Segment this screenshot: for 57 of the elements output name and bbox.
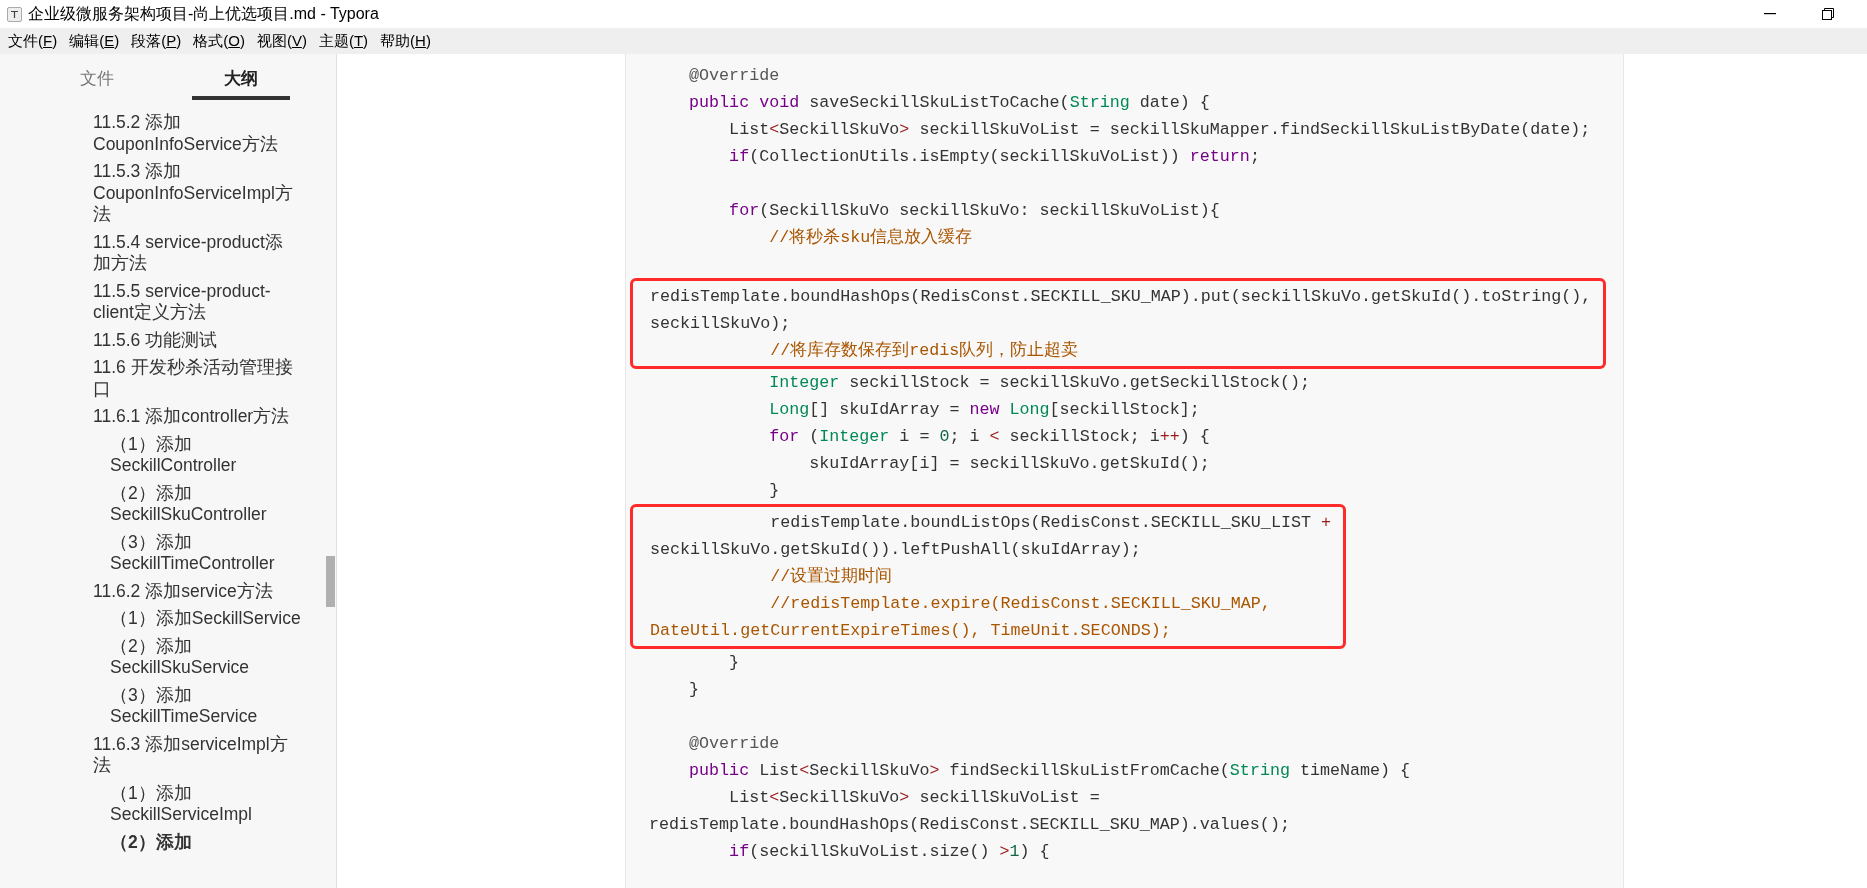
code-line: public List<SeckillSkuVo> findSeckillSkuListFromCache(String timeName) { bbox=[688, 760, 1411, 782]
outline-item[interactable]: 11.5.2 添加CouponInfoService方法 bbox=[93, 109, 300, 158]
code-line: List<SeckillSkuVo> seckillSkuVoList = bbox=[728, 787, 1100, 809]
code-line: redisTemplate.boundHashOps(RedisConst.SECKILL_SKU_MAP).put(seckillSkuVo.getSkuId().toString(), bbox=[650, 286, 1592, 308]
code-line: //将库存数保存到redis队列，防止超卖 bbox=[769, 339, 1079, 362]
minimize-icon bbox=[1764, 13, 1776, 15]
code-line: DateUtil.getCurrentExpireTimes(), TimeUnit.SECONDS); bbox=[650, 620, 1171, 642]
code-line: public void saveSeckillSkuListToCache(String date) { bbox=[688, 92, 1210, 114]
outline-item[interactable]: 11.6.1 添加controller方法 bbox=[93, 403, 300, 431]
code-line: seckillSkuVo.getSkuId()).leftPushAll(skuIdArray); bbox=[650, 539, 1141, 561]
code-line: Long[] skuIdArray = new Long[seckillStock]; bbox=[768, 399, 1200, 421]
menu-item[interactable]: 段落(P) bbox=[125, 28, 188, 54]
outline-item[interactable]: （3）添加SeckillTimeService bbox=[110, 681, 317, 731]
code-line: } bbox=[688, 679, 700, 701]
outline-item[interactable]: 11.5.5 service-product-client定义方法 bbox=[93, 277, 300, 327]
code-line: //redisTemplate.expire(RedisConst.SECKILL_SKU_MAP, bbox=[769, 593, 1271, 615]
outline-item[interactable]: 11.6 开发秒杀活动管理接口 bbox=[93, 354, 300, 403]
code-line: for(SeckillSkuVo seckillSkuVo: seckillSkuVoList){ bbox=[728, 200, 1220, 222]
outline-item[interactable]: （2）添加SeckillSkuService bbox=[110, 632, 317, 682]
outline-item[interactable]: 11.5.3 添加CouponInfoServiceImpl方法 bbox=[93, 158, 300, 229]
outline-item[interactable]: （2）添加SeckillSkuController bbox=[110, 479, 317, 529]
sidebar-tab[interactable]: 文件 bbox=[48, 62, 146, 100]
code-line: seckillSkuVo); bbox=[650, 313, 791, 335]
code-line: List<SeckillSkuVo> seckillSkuVoList = seckillSkuMapper.findSeckillSkuListByDate(date); bbox=[728, 119, 1591, 141]
outline-item[interactable]: 11.5.4 service-product添加方法 bbox=[93, 228, 300, 278]
outline-item[interactable]: （1）添加SeckillController bbox=[110, 430, 317, 480]
outline-item[interactable]: （1）添加SeckillService bbox=[110, 605, 317, 633]
scrollbar-thumb[interactable] bbox=[326, 556, 335, 607]
outline-item[interactable]: （3）添加SeckillTimeController bbox=[110, 528, 317, 578]
outline-item[interactable]: 11.6.3 添加serviceImpl方法 bbox=[93, 730, 300, 780]
menu-item[interactable]: 编辑(E) bbox=[63, 28, 126, 54]
app-icon bbox=[7, 6, 22, 22]
code-line: redisTemplate.boundListOps(RedisConst.SECKILL_SKU_LIST + bbox=[769, 512, 1331, 534]
menu-item[interactable]: 视图(V) bbox=[250, 28, 313, 54]
menu-item[interactable]: 格式(O) bbox=[187, 28, 251, 54]
outline-item[interactable]: （1）添加SeckillServiceImpl bbox=[110, 779, 317, 829]
outline-item[interactable]: （2）添加 bbox=[110, 828, 317, 856]
code-line: skuIdArray[i] = seckillSkuVo.getSkuId(); bbox=[808, 453, 1210, 475]
code-line: //设置过期时间 bbox=[769, 566, 893, 588]
code-line: if(CollectionUtils.isEmpty(seckillSkuVoList)) return; bbox=[728, 146, 1260, 168]
code-line: if(seckillSkuVoList.size() >1) { bbox=[728, 841, 1050, 863]
code-line: redisTemplate.boundHashOps(RedisConst.SECKILL_SKU_MAP).values(); bbox=[649, 814, 1290, 836]
outline-item[interactable]: 11.6.2 添加service方法 bbox=[93, 577, 300, 605]
menu-item[interactable]: 主题(T) bbox=[312, 28, 375, 54]
code-line: @Override bbox=[688, 65, 780, 87]
window-title: 企业级微服务架构项目-尚上优选项目.md - Typora bbox=[28, 4, 379, 24]
code-line: Integer seckillStock = seckillSkuVo.getSeckillStock(); bbox=[768, 372, 1310, 394]
code-line: } bbox=[768, 480, 780, 502]
code-line: for (Integer i = 0; i < seckillStock; i++) { bbox=[768, 426, 1210, 448]
code-line: @Override bbox=[688, 733, 780, 755]
outline-item[interactable]: 11.5.6 功能测试 bbox=[93, 326, 300, 354]
code-line: //将秒杀sku信息放入缓存 bbox=[768, 227, 973, 249]
restore-icon bbox=[1822, 8, 1834, 20]
code-line: } bbox=[728, 652, 740, 674]
menu-item[interactable]: 帮助(H) bbox=[374, 28, 437, 54]
sidebar-tab[interactable]: 大纲 bbox=[192, 62, 290, 100]
menu-item[interactable]: 文件(F) bbox=[2, 28, 64, 54]
